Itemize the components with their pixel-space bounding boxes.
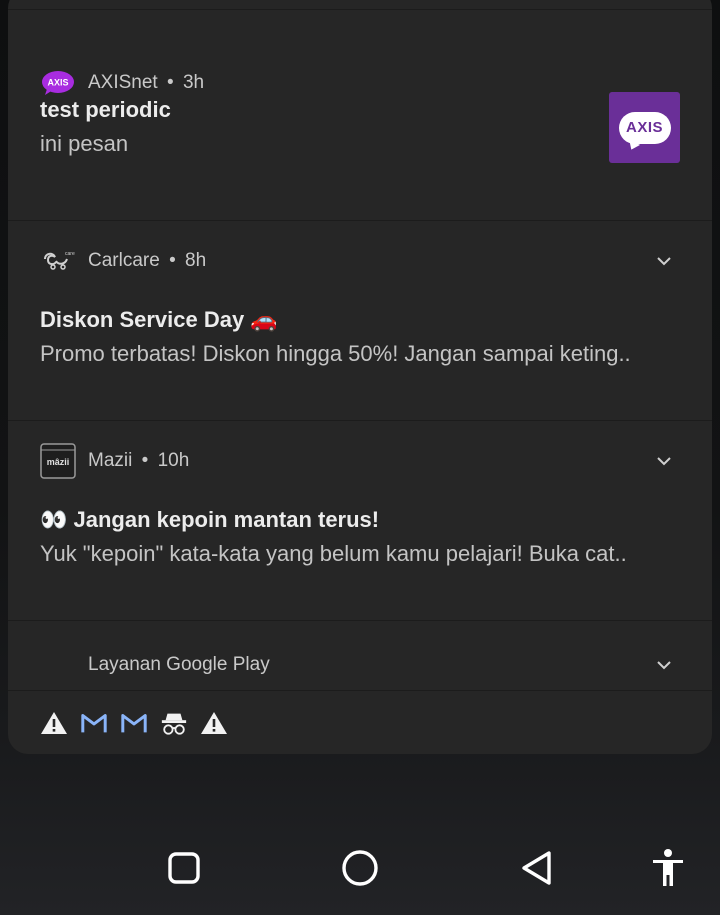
incognito-icon	[160, 709, 188, 737]
carlcare-logo-icon: care	[40, 243, 76, 279]
notification-carlcare[interactable]: care Carlcare • 8h Diskon Service Day 🚗 …	[8, 220, 712, 421]
notification-shade: AXIS AXISnet • 3h test periodic ini pesa…	[8, 0, 712, 754]
gmail-icon	[80, 709, 108, 737]
axis-logo-icon: AXIS	[40, 65, 76, 101]
chevron-down-icon[interactable]	[652, 653, 676, 677]
notification-body: Yuk "kepoin" kata-kata yang belum kamu p…	[40, 541, 627, 566]
navigation-bar	[0, 820, 720, 915]
accessibility-button[interactable]	[646, 846, 690, 890]
notification-title: Diskon Service Day 🚗	[40, 307, 278, 332]
svg-text:mâzii: mâzii	[47, 457, 70, 467]
axis-thumbnail-logo: AXIS	[618, 111, 671, 144]
notification-thumbnail: AXIS	[609, 92, 680, 163]
back-triangle-icon	[522, 851, 551, 885]
app-name: Layanan Google Play	[88, 654, 270, 675]
app-name: AXISnet • 3h	[88, 72, 205, 93]
accessibility-icon	[653, 849, 683, 886]
notification-body: ini pesan	[40, 131, 129, 156]
app-name: Mazii • 10h	[88, 450, 190, 471]
circle-icon	[342, 850, 378, 886]
mazii-logo-icon: mâzii	[40, 443, 76, 479]
status-icons	[40, 709, 228, 737]
home-button[interactable]	[338, 846, 382, 890]
notification-title: 👀 Jangan kepoin mantan terus!	[40, 507, 380, 532]
svg-text:care: care	[65, 251, 75, 257]
notification-google-play[interactable]: Layanan Google Play	[8, 620, 712, 691]
notification-footer	[8, 690, 712, 754]
square-icon	[168, 852, 200, 884]
chevron-down-icon[interactable]	[652, 449, 676, 473]
svg-text:AXIS: AXIS	[47, 78, 68, 88]
notification-body: Promo terbatas! Diskon hingga 50%! Janga…	[40, 341, 631, 366]
chevron-down-icon[interactable]	[652, 249, 676, 273]
app-name: Carlcare • 8h	[88, 250, 207, 271]
back-button[interactable]	[514, 846, 558, 890]
gmail-icon	[120, 709, 148, 737]
notification-title: test periodic	[40, 97, 171, 122]
notification-mazii[interactable]: mâzii Mazii • 10h 👀 Jangan kepoin mantan…	[8, 420, 712, 621]
notification-axisnet[interactable]: AXIS AXISnet • 3h test periodic ini pesa…	[8, 9, 712, 221]
warning-icon	[200, 709, 228, 737]
recents-button[interactable]	[162, 846, 206, 890]
warning-icon	[40, 709, 68, 737]
